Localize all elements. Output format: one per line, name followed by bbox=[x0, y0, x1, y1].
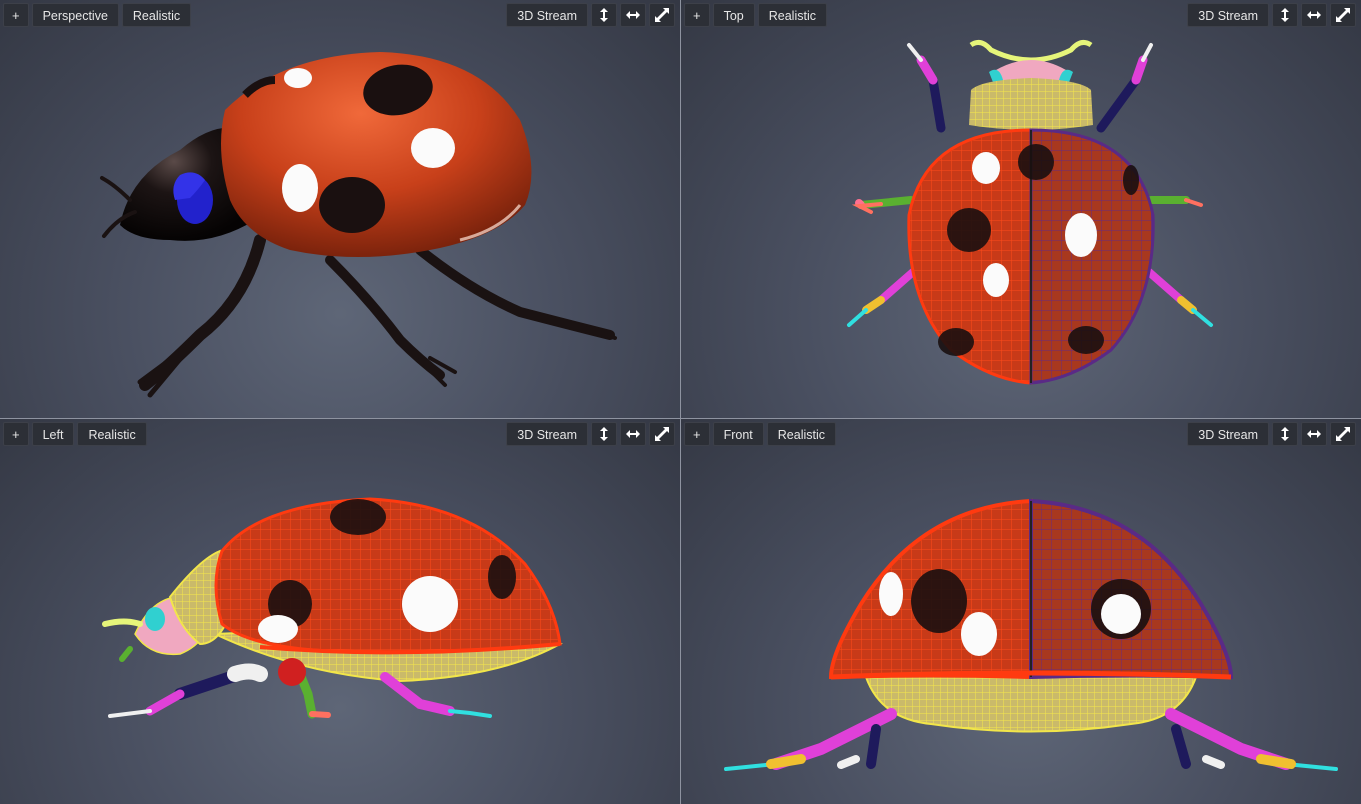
shading-mode-button[interactable]: Realistic bbox=[77, 422, 147, 446]
viewport-toolbar-left: + Top Realistic bbox=[684, 3, 827, 27]
viewport-toolbar-right: 3D Stream bbox=[506, 3, 675, 27]
maximize-icon bbox=[1336, 8, 1350, 22]
viewport-left[interactable]: + Left Realistic 3D Stream bbox=[0, 419, 680, 804]
view-mode-button[interactable]: Perspective bbox=[31, 3, 119, 27]
viewport-toolbar-right: 3D Stream bbox=[506, 422, 675, 446]
add-view-button[interactable]: + bbox=[684, 422, 710, 446]
arrows-vertical-icon bbox=[600, 427, 608, 441]
add-view-button[interactable]: + bbox=[684, 3, 710, 27]
maximize-icon bbox=[655, 427, 669, 441]
view-mode-button[interactable]: Top bbox=[712, 3, 755, 27]
ladybug-left-wireframe bbox=[102, 497, 563, 719]
arrows-horizontal-icon bbox=[626, 11, 640, 19]
viewport-toolbar-left: + Perspective Realistic bbox=[3, 3, 192, 27]
viewport-perspective[interactable]: + Perspective Realistic 3D Stream bbox=[0, 0, 680, 418]
3d-stream-button[interactable]: 3D Stream bbox=[1187, 3, 1269, 27]
ladybug-top-wireframe bbox=[847, 39, 1213, 385]
split-horizontal-button[interactable] bbox=[1301, 3, 1327, 27]
3d-stream-button[interactable]: 3D Stream bbox=[506, 422, 588, 446]
add-view-button[interactable]: + bbox=[3, 422, 29, 446]
viewport-grid: + Perspective Realistic 3D Stream + Top … bbox=[0, 0, 1361, 804]
viewport-divider-horizontal[interactable] bbox=[0, 418, 1361, 419]
view-mode-button[interactable]: Left bbox=[31, 422, 75, 446]
view-mode-button[interactable]: Front bbox=[712, 422, 764, 446]
arrows-horizontal-icon bbox=[1307, 430, 1321, 438]
arrows-horizontal-icon bbox=[1307, 11, 1321, 19]
shading-mode-button[interactable]: Realistic bbox=[121, 3, 192, 27]
split-vertical-button[interactable] bbox=[1272, 422, 1298, 446]
arrows-vertical-icon bbox=[1281, 427, 1289, 441]
maximize-button[interactable] bbox=[649, 3, 675, 27]
split-horizontal-button[interactable] bbox=[620, 3, 646, 27]
viewport-toolbar-left: + Front Realistic bbox=[684, 422, 837, 446]
split-vertical-button[interactable] bbox=[591, 3, 617, 27]
ladybug-front-wireframe bbox=[724, 498, 1338, 771]
arrows-horizontal-icon bbox=[626, 430, 640, 438]
arrows-vertical-icon bbox=[1281, 8, 1289, 22]
split-vertical-button[interactable] bbox=[591, 422, 617, 446]
viewport-front[interactable]: + Front Realistic 3D Stream bbox=[681, 419, 1361, 804]
split-vertical-button[interactable] bbox=[1272, 3, 1298, 27]
maximize-button[interactable] bbox=[1330, 422, 1356, 446]
maximize-icon bbox=[655, 8, 669, 22]
ladybug-perspective-render bbox=[100, 52, 617, 398]
viewport-toolbar-right: 3D Stream bbox=[1187, 3, 1356, 27]
maximize-button[interactable] bbox=[1330, 3, 1356, 27]
3d-stream-button[interactable]: 3D Stream bbox=[506, 3, 588, 27]
split-horizontal-button[interactable] bbox=[620, 422, 646, 446]
maximize-button[interactable] bbox=[649, 422, 675, 446]
viewport-toolbar-right: 3D Stream bbox=[1187, 422, 1356, 446]
viewport-divider-vertical[interactable] bbox=[680, 0, 681, 804]
shading-mode-button[interactable]: Realistic bbox=[766, 422, 837, 446]
viewport-toolbar-left: + Left Realistic bbox=[3, 422, 147, 446]
arrows-vertical-icon bbox=[600, 8, 608, 22]
split-horizontal-button[interactable] bbox=[1301, 422, 1327, 446]
viewport-top[interactable]: + Top Realistic 3D Stream bbox=[681, 0, 1361, 418]
maximize-icon bbox=[1336, 427, 1350, 441]
shading-mode-button[interactable]: Realistic bbox=[757, 3, 827, 27]
3d-stream-button[interactable]: 3D Stream bbox=[1187, 422, 1269, 446]
add-view-button[interactable]: + bbox=[3, 3, 29, 27]
